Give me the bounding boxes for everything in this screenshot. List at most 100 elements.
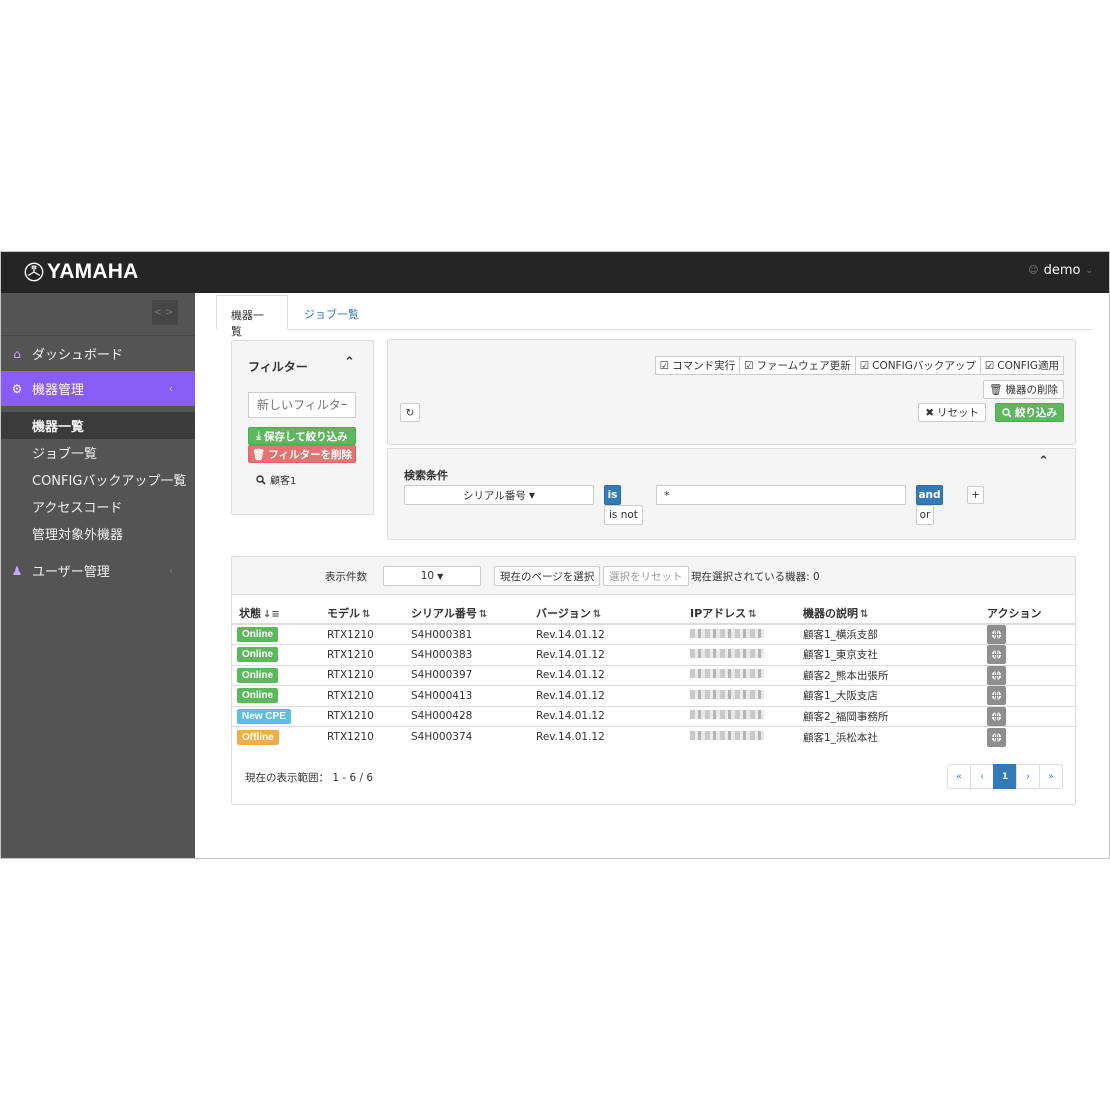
delete-filter-button[interactable]: 🗑 フィルターを削除 [248,445,356,463]
pagination: « ‹ 1 › » [947,764,1063,789]
page-last-button[interactable]: » [1039,764,1063,789]
column-label: 状態 [239,606,261,620]
logic-and-button[interactable]: and [916,485,943,505]
condition-field-select[interactable]: シリアル番号 ▼ [404,485,594,505]
tab-job-list[interactable]: ジョブ一覧 [290,295,373,330]
device-table: 状態 ↓≡ モデル ⇅ シリアル番号 ⇅ バージョン ⇅ IPアドレス ⇅ 機器の説明 ⇅ … [232,602,1075,747]
refresh-button[interactable]: ↻ [400,403,420,422]
firmware-update-label: ファームウェア更新 [756,360,851,372]
table-row[interactable]: Online RTX1210 S4H000383 Rev.14.01.12 顧客1_東京… [232,644,1075,665]
table-row[interactable]: Online RTX1210 S4H000397 Rev.14.01.12 顧客2_熊本… [232,664,1075,686]
column-label: アクション [987,606,1042,620]
top-bar: YAMAHA ☺ demo ⌄ [1,252,1109,293]
logo-text: YAMAHA [47,260,139,283]
condition-value-input[interactable]: * [656,485,906,505]
run-command-button[interactable]: ☑ コマンド実行 [654,356,741,375]
add-condition-button[interactable]: + [967,486,984,504]
status-badge: New CPE [237,708,291,724]
logic-or-button[interactable]: or [916,505,934,525]
chevron-up-icon[interactable]: ⌃ [344,355,355,370]
description-cell: 顧客2_福岡事務所 [796,705,980,727]
table-row[interactable]: Online RTX1210 S4H000413 Rev.14.01.12 顧客1_大阪… [232,685,1075,706]
globe-action-button[interactable] [987,645,1006,665]
version-cell: Rev.14.01.12 [529,726,683,747]
device-table-panel: 表示件数 10 ▼ 現在のページを選択 選択をリセット 現在選択されている機器: … [231,556,1076,805]
firmware-update-button[interactable]: ☑ ファームウェア更新 [739,356,856,375]
operator-is-button[interactable]: is [604,485,621,505]
table-row[interactable]: Online RTX1210 S4H000381 Rev.14.01.12 顧客1_横浜… [232,623,1075,645]
globe-action-button[interactable] [987,686,1006,706]
per-page-value: 10 [420,570,435,582]
sidebar-toggle-button[interactable]: <> [152,300,178,325]
app-window: YAMAHA ☺ demo ⌄ <> ⌂ ダッシュボード ⚙ 機器管理 ‹ 機器… [0,251,1110,859]
search-conditions-title: 検索条件 [404,469,448,482]
globe-action-button[interactable] [987,665,1006,685]
page-prev-button[interactable]: ‹ [970,764,994,789]
reset-selection-button[interactable]: 選択をリセット [603,566,689,586]
page-first-button[interactable]: « [947,764,971,789]
ip-cell [683,685,796,706]
sort-icon: ⇅ [860,608,869,620]
globe-action-button[interactable] [987,625,1006,644]
page-next-button[interactable]: › [1016,764,1040,789]
delete-device-label: 機器の削除 [1005,384,1059,396]
subnav-config-backup-list[interactable]: CONFIGバックアップ一覧 [1,466,195,493]
sort-icon: ⇅ [478,608,488,620]
main-content: 機器一覧 ジョブ一覧 フィルター ⌃ ⤓ 保存して絞り込み 🗑 フィルターを削除… [195,293,1109,858]
config-backup-button[interactable]: ☑ CONFIGバックアップ [854,356,981,375]
globe-icon [991,629,1002,640]
home-icon: ⌂ [13,346,21,361]
config-apply-button[interactable]: ☑ CONFIG適用 [979,356,1064,375]
display-range: 現在の表示範囲： 1 - 6 / 6 [245,772,374,784]
apply-filter-label: 絞り込み [1015,407,1057,419]
user-icon: ☺ [1028,265,1039,276]
tab-device-list[interactable]: 機器一覧 [216,295,288,338]
action-cell [980,705,1075,727]
sidebar-item-label: 機器管理 [32,383,85,398]
column-header-version[interactable]: バージョン ⇅ [529,602,683,625]
table-toolbar: 表示件数 10 ▼ 現在のページを選択 選択をリセット 現在選択されている機器: … [232,557,1075,595]
delete-device-button[interactable]: 🗑 機器の削除 [983,380,1064,399]
user-menu[interactable]: ☺ demo ⌄ [1028,263,1093,278]
chevron-up-icon[interactable]: ⌃ [1038,454,1049,469]
blurred-ip-address [690,689,764,699]
yamaha-logo[interactable]: YAMAHA [24,260,138,284]
column-header-ip[interactable]: IPアドレス ⇅ [683,602,796,625]
status-cell: Offline [232,726,320,747]
globe-action-button[interactable] [987,706,1006,726]
table-row[interactable]: Offline RTX1210 S4H000374 Rev.14.01.12 顧客1_浜… [232,726,1075,747]
operator-is-not-button[interactable]: is not [604,505,643,525]
reset-button[interactable]: ✖ リセット [918,403,986,422]
sidebar-item-dashboard[interactable]: ⌂ ダッシュボード [1,336,195,371]
action-cell [980,664,1075,686]
blurred-ip-address [690,710,764,720]
saved-filter-item[interactable]: 顧客1 [256,472,296,487]
config-backup-label: CONFIGバックアップ [872,360,976,372]
sidebar-item-user-management[interactable]: ♟ ユーザー管理 ‹ [1,553,195,588]
subnav-device-list[interactable]: 機器一覧 [1,412,195,439]
subnav-job-list[interactable]: ジョブ一覧 [1,439,195,466]
serial-cell: S4H000374 [404,726,529,747]
apply-filter-button[interactable]: 絞り込み [995,403,1064,422]
page-1-button[interactable]: 1 [993,764,1017,789]
select-current-page-button[interactable]: 現在のページを選択 [494,566,601,586]
save-and-filter-button[interactable]: ⤓ 保存して絞り込み [248,427,356,445]
table-row[interactable]: New CPE RTX1210 S4H000428 Rev.14.01.12 顧客2_福… [232,705,1075,727]
condition-field-label: シリアル番号 [462,489,526,502]
new-filter-input[interactable] [248,392,356,418]
subnav-access-code[interactable]: アクセスコード [1,493,195,520]
column-header-serial[interactable]: シリアル番号 ⇅ [404,602,529,625]
globe-action-button[interactable] [987,727,1006,747]
sidebar-toggle-area: <> [1,293,195,336]
sidebar-item-device-management[interactable]: ⚙ 機器管理 ‹ [1,371,205,406]
subnav-unmanaged-devices[interactable]: 管理対象外機器 [1,520,195,547]
model-cell: RTX1210 [320,644,404,665]
description-cell: 顧客2_熊本出張所 [796,664,980,686]
per-page-select[interactable]: 10 ▼ [383,566,481,586]
column-header-model[interactable]: モデル ⇅ [320,602,404,625]
serial-cell: S4H000383 [404,644,529,665]
column-header-description[interactable]: 機器の説明 ⇅ [796,602,980,625]
column-header-status[interactable]: 状態 ↓≡ [232,602,320,625]
status-badge: Online [237,647,279,663]
ip-cell [683,623,796,645]
